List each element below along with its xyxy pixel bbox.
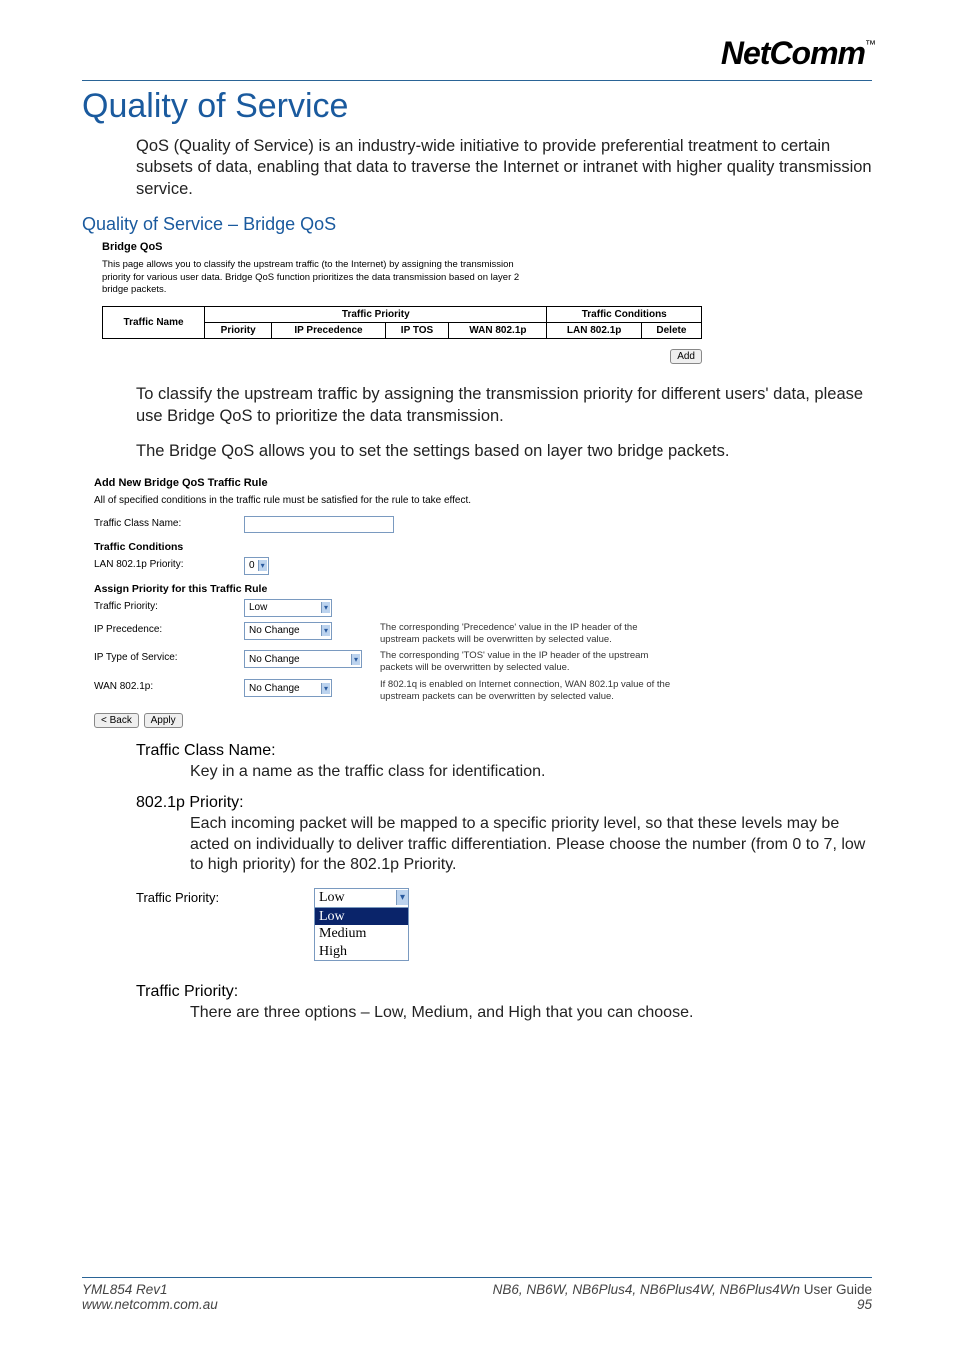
- add-button[interactable]: Add: [670, 349, 702, 364]
- dd-option-high[interactable]: High: [315, 943, 408, 961]
- table-group-row: Traffic Name Traffic Priority Traffic Co…: [103, 307, 702, 323]
- ss2-title: Add New Bridge QoS Traffic Rule: [94, 477, 854, 489]
- def-body-8021p: Each incoming packet will be mapped to a…: [190, 814, 872, 875]
- select-ip-precedence-value: No Change: [246, 625, 303, 636]
- footer-products: NB6, NB6W, NB6Plus4, NB6Plus4W, NB6Plus4…: [493, 1282, 804, 1297]
- chevron-down-icon: ▾: [258, 560, 267, 571]
- dd-selected-row[interactable]: Low ▾: [315, 889, 408, 908]
- row-ip-tos: IP Type of Service: No Change ▾ The corr…: [94, 650, 854, 674]
- tm-mark: ™: [865, 39, 876, 51]
- dd-options-list: Low Medium High: [315, 908, 408, 961]
- qos-table: Traffic Name Traffic Priority Traffic Co…: [102, 306, 702, 339]
- def-head-traffic-priority: Traffic Priority:: [136, 983, 872, 1001]
- col-traffic-name: Traffic Name: [103, 307, 205, 339]
- col-ip-tos: IP TOS: [385, 323, 449, 339]
- label-wan-8021p: WAN 802.1p:: [94, 679, 244, 692]
- footer-guide: User Guide: [804, 1282, 872, 1297]
- chevron-down-icon: ▾: [396, 890, 408, 905]
- paragraph-layer2: The Bridge QoS allows you to set the set…: [136, 441, 872, 462]
- ss1-title: Bridge QoS: [102, 241, 712, 253]
- row-ip-precedence: IP Precedence: No Change ▾ The correspon…: [94, 622, 854, 646]
- row-traffic-priority: Traffic Priority: Low ▾: [94, 599, 854, 617]
- select-ip-precedence[interactable]: No Change ▾: [244, 622, 332, 640]
- col-group-priority: Traffic Priority: [205, 307, 547, 323]
- footer-rev: YML854 Rev1: [82, 1282, 218, 1297]
- select-lan-value: 0: [246, 560, 258, 571]
- paragraph-classify: To classify the upstream traffic by assi…: [136, 384, 872, 427]
- dropdown-illustration: Traffic Priority: Low ▾ Low Medium High: [136, 888, 872, 962]
- select-ip-tos[interactable]: No Change ▾: [244, 650, 362, 668]
- footer-page-number: 95: [493, 1297, 872, 1312]
- select-ip-tos-value: No Change: [246, 654, 303, 665]
- chevron-down-icon: ▾: [351, 654, 360, 665]
- def-body-traffic-class-name: Key in a name as the traffic class for i…: [190, 762, 872, 782]
- note-wan-8021p: If 802.1q is enabled on Internet connect…: [374, 679, 674, 703]
- def-head-traffic-class-name: Traffic Class Name:: [136, 742, 872, 760]
- col-lan-8021p: LAN 802.1p: [547, 323, 641, 339]
- brand-logo: NetComm™: [721, 35, 876, 72]
- select-lan-priority[interactable]: 0 ▾: [244, 557, 269, 575]
- back-button[interactable]: < Back: [94, 713, 139, 728]
- screenshot-add-rule: Add New Bridge QoS Traffic Rule All of s…: [94, 477, 854, 728]
- chevron-down-icon: ▾: [321, 683, 330, 694]
- intro-paragraph: QoS (Quality of Service) is an industry-…: [136, 136, 872, 200]
- note-ip-precedence: The corresponding 'Precedence' value in …: [374, 622, 674, 646]
- logo-text: NetComm: [721, 35, 865, 71]
- row-wan-8021p: WAN 802.1p: No Change ▾ If 802.1q is ena…: [94, 679, 854, 703]
- input-class-name[interactable]: [244, 516, 394, 533]
- col-ip-precedence: IP Precedence: [272, 323, 386, 339]
- dd-box[interactable]: Low ▾ Low Medium High: [314, 888, 409, 962]
- chevron-down-icon: ▾: [321, 602, 330, 613]
- row-lan-priority: LAN 802.1p Priority: 0 ▾: [94, 557, 854, 575]
- chevron-down-icon: ▾: [321, 625, 330, 636]
- label-ip-tos: IP Type of Service:: [94, 650, 244, 663]
- form-button-row: < Back Apply: [94, 713, 854, 728]
- label-traffic-priority: Traffic Priority:: [94, 599, 244, 612]
- page-title: Quality of Service: [82, 87, 872, 126]
- ss2-description: All of specified conditions in the traff…: [94, 495, 854, 506]
- col-wan-8021p: WAN 802.1p: [449, 323, 547, 339]
- dd-option-low[interactable]: Low: [315, 908, 408, 926]
- header-divider: [82, 80, 872, 81]
- add-button-row: Add: [102, 349, 702, 364]
- label-lan-priority: LAN 802.1p Priority:: [94, 557, 244, 570]
- note-ip-tos: The corresponding 'TOS' value in the IP …: [374, 650, 674, 674]
- footer-left: YML854 Rev1 www.netcomm.com.au: [82, 1282, 218, 1312]
- footer-product-line: NB6, NB6W, NB6Plus4, NB6Plus4W, NB6Plus4…: [493, 1282, 872, 1297]
- select-traffic-priority[interactable]: Low ▾: [244, 599, 332, 617]
- dd-option-medium[interactable]: Medium: [315, 925, 408, 943]
- col-delete: Delete: [641, 323, 701, 339]
- footer-url: www.netcomm.com.au: [82, 1297, 218, 1312]
- dd-label: Traffic Priority:: [136, 888, 314, 962]
- row-class-name: Traffic Class Name:: [94, 516, 854, 533]
- col-group-conditions: Traffic Conditions: [547, 307, 702, 323]
- apply-button[interactable]: Apply: [144, 713, 183, 728]
- def-head-8021p: 802.1p Priority:: [136, 794, 872, 812]
- col-priority: Priority: [205, 323, 272, 339]
- label-class-name: Traffic Class Name:: [94, 516, 244, 529]
- ss1-description: This page allows you to classify the ups…: [102, 259, 522, 296]
- screenshot-bridge-qos: Bridge QoS This page allows you to class…: [102, 241, 712, 364]
- select-wan-8021p-value: No Change: [246, 683, 303, 694]
- label-ip-precedence: IP Precedence:: [94, 622, 244, 635]
- heading-traffic-conditions: Traffic Conditions: [94, 541, 854, 553]
- def-body-traffic-priority: There are three options – Low, Medium, a…: [190, 1003, 872, 1023]
- section-title-bridge-qos: Quality of Service – Bridge QoS: [82, 214, 872, 235]
- page-footer: YML854 Rev1 www.netcomm.com.au NB6, NB6W…: [82, 1277, 872, 1312]
- select-wan-8021p[interactable]: No Change ▾: [244, 679, 332, 697]
- heading-assign-priority: Assign Priority for this Traffic Rule: [94, 583, 854, 595]
- dd-selected-value: Low: [319, 890, 345, 906]
- footer-right: NB6, NB6W, NB6Plus4, NB6Plus4W, NB6Plus4…: [493, 1282, 872, 1312]
- select-traffic-priority-value: Low: [246, 602, 270, 613]
